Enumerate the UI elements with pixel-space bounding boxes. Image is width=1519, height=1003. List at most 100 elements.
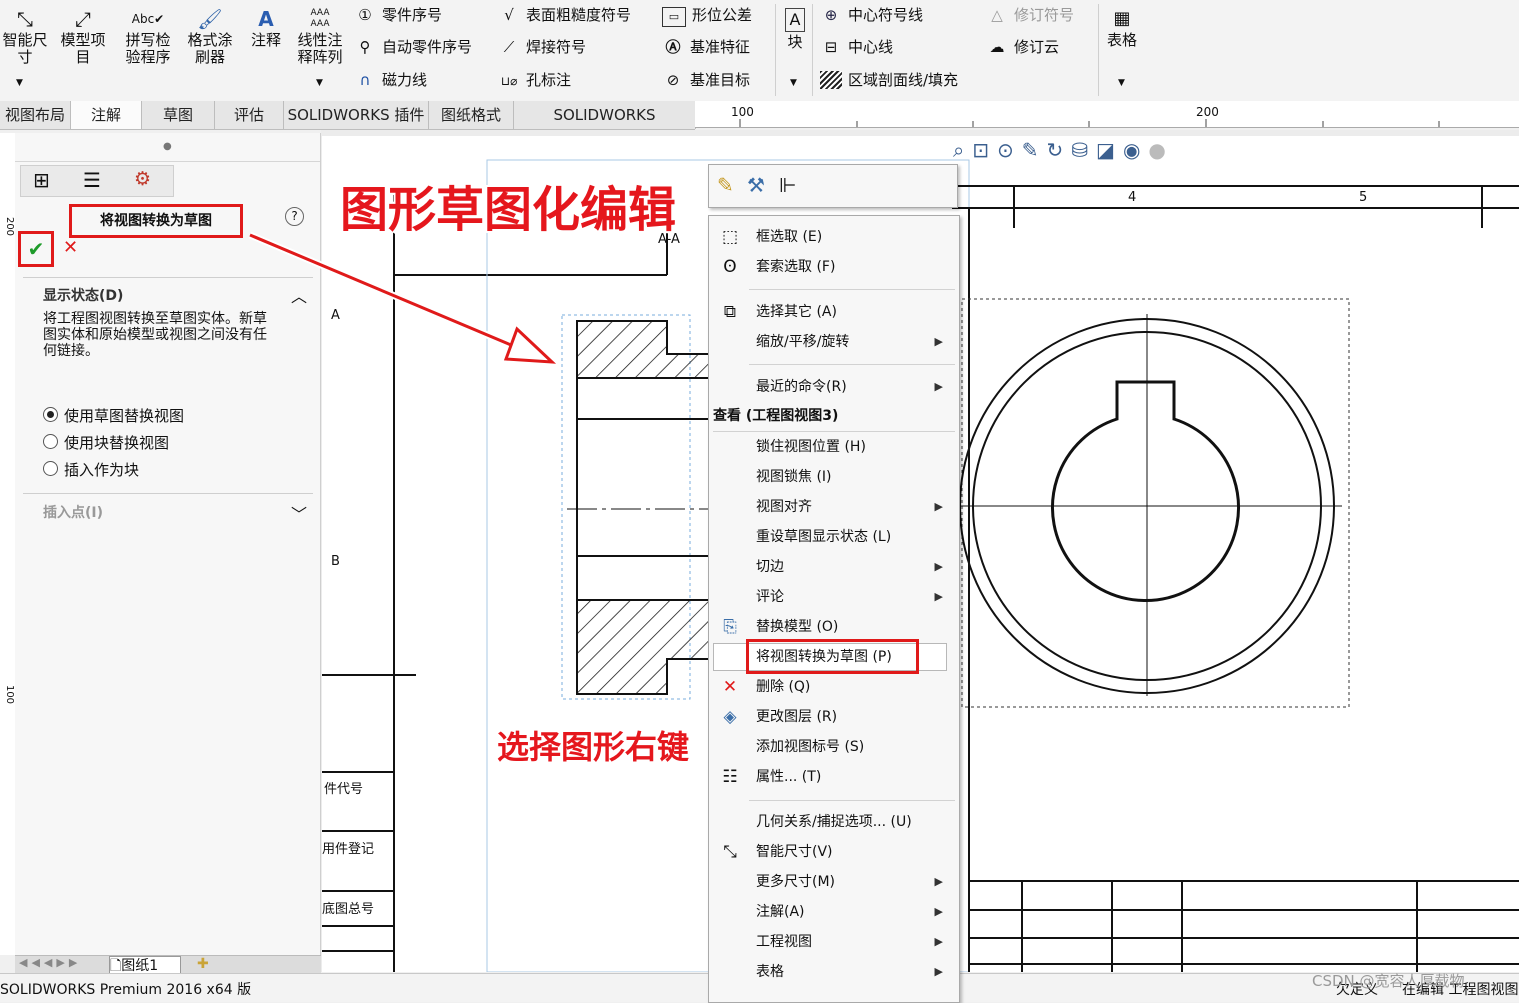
- radio-checked-icon: [43, 407, 58, 422]
- auto-balloon-button[interactable]: ⚲ 自动零件序号: [354, 38, 473, 56]
- menu-item-annotations[interactable]: 注解(A) ▶: [709, 897, 959, 927]
- tab-solidworks-inspection[interactable]: SOLIDWORKS Inspection: [514, 101, 696, 152]
- lasso-select-icon: ʘ: [723, 257, 737, 277]
- display-state-section-header[interactable]: 显示状态(D): [43, 285, 123, 305]
- datum-target-label: 基准目标: [690, 71, 751, 89]
- smart-dimension-dropdown-icon[interactable]: ▼: [16, 78, 23, 88]
- help-icon[interactable]: ?: [285, 207, 304, 226]
- view-orientation-icon[interactable]: ◪: [1096, 138, 1123, 162]
- feature-manager-tab-icon[interactable]: ⊞: [33, 168, 50, 192]
- rebuild-icon[interactable]: ⚒: [747, 173, 765, 197]
- sheet-nav-arrows-icon[interactable]: ◀◀◀▶▶: [19, 956, 81, 969]
- model-items-label: 模型项 目: [60, 31, 106, 66]
- edit-sketch-icon[interactable]: ✎: [717, 173, 734, 197]
- surface-finish-button[interactable]: √ 表面粗糙度符号: [498, 6, 631, 24]
- area-hatch-button[interactable]: ■ 区域剖面线/填充: [820, 71, 958, 89]
- cancel-x-icon[interactable]: ✕: [63, 237, 78, 258]
- config-manager-tab-icon[interactable]: ⚙: [134, 168, 151, 190]
- menu-item-label: 框选取 (E): [756, 229, 823, 245]
- model-items-icon: ⤢: [75, 7, 91, 31]
- smart-dimension-button[interactable]: ⤡ 智能尺 寸: [0, 8, 50, 66]
- menu-item-lock-view-focus[interactable]: 视图锁焦 (I): [709, 462, 959, 492]
- menu-item-convert-view-to-sketch[interactable]: 将视图转换为草图 (P): [709, 639, 959, 674]
- menu-item-box-select[interactable]: ⬚ 框选取 (E): [709, 222, 959, 252]
- menu-item-add-view-label[interactable]: 添加视图标号 (S): [709, 732, 959, 762]
- revision-cloud-button[interactable]: ☁ 修订云: [986, 38, 1060, 56]
- hole-callout-button[interactable]: ⊔⌀ 孔标注: [498, 71, 571, 90]
- hide-show-tree-icon[interactable]: ⊩: [779, 173, 796, 197]
- note-pattern-dropdown-icon[interactable]: ▼: [316, 78, 323, 88]
- datum-feature-button[interactable]: Ⓐ 基准特征: [662, 38, 750, 56]
- display-style-icon[interactable]: ⛁: [1071, 138, 1096, 162]
- tab-annotation[interactable]: 注解: [71, 101, 142, 129]
- menu-item-properties[interactable]: ☷ 属性... (T): [709, 762, 959, 792]
- menu-item-change-layer[interactable]: ◈ 更改图层 (R): [709, 702, 959, 732]
- menu-item-smart-dimension[interactable]: ⤡ 智能尺寸(V): [709, 837, 959, 867]
- ruler-label-200-left: 200: [4, 216, 16, 237]
- menu-item-lasso-select[interactable]: ʘ 套索选取 (F): [709, 252, 959, 282]
- menu-item-reset-sketch-display[interactable]: 重设草图显示状态 (L): [709, 522, 959, 552]
- centerline-button[interactable]: ⊟ 中心线: [820, 38, 893, 56]
- menu-item-drawing-views[interactable]: 工程视图 ▶: [709, 927, 959, 957]
- splitter-dot-icon[interactable]: ●: [163, 141, 172, 152]
- radio-replace-with-sketch[interactable]: 使用草图替换视图: [43, 406, 184, 426]
- revision-symbol-button[interactable]: △ 修订符号: [986, 6, 1074, 24]
- smart-dimension-label: 智能尺 寸: [2, 31, 48, 66]
- format-painter-button[interactable]: 🖌 格式涂 刷器: [182, 8, 238, 66]
- menu-item-delete[interactable]: ✕ 删除 (Q): [709, 672, 959, 702]
- tab-view-layout[interactable]: 视图布局: [0, 101, 71, 129]
- insert-point-section-header[interactable]: 插入点(I): [43, 502, 103, 522]
- property-manager-tab-icon[interactable]: ☰: [83, 168, 101, 192]
- menu-item-zoom-pan-rotate[interactable]: 缩放/平移/旋转 ▶: [709, 327, 959, 357]
- spell-check-button[interactable]: Abc✔ 拼写检 验程序: [120, 8, 176, 66]
- add-sheet-icon[interactable]: ✚: [197, 956, 209, 972]
- menu-item-tangent-edge[interactable]: 切边 ▶: [709, 552, 959, 582]
- center-mark-button[interactable]: ⊕ 中心符号线: [820, 6, 923, 24]
- model-items-button[interactable]: ⤢ 模型项 目: [56, 8, 110, 66]
- tab-sketch[interactable]: 草图: [142, 101, 215, 129]
- note-button[interactable]: A 注释: [246, 8, 286, 49]
- radio-unchecked-icon: [43, 434, 58, 449]
- horizontal-ruler: 100 200: [695, 101, 1519, 128]
- box-select-icon: ⬚: [721, 227, 739, 247]
- table-dropdown-icon[interactable]: ▼: [1118, 78, 1125, 88]
- zoom-area-icon[interactable]: ⊡: [972, 138, 997, 162]
- hide-show-icon[interactable]: ◉: [1123, 138, 1148, 162]
- menu-item-more-dimensions[interactable]: 更多尺寸(M) ▶: [709, 867, 959, 897]
- table-button[interactable]: ▦ 表格: [1104, 8, 1140, 49]
- tab-solidworks-addins[interactable]: SOLIDWORKS 插件: [284, 101, 429, 129]
- zoom-icon[interactable]: ⊙: [997, 138, 1022, 162]
- weld-symbol-button[interactable]: ⟋ 焊接符号: [498, 38, 586, 56]
- menu-item-relations-snaps[interactable]: 几何关系/捕捉选项... (U): [709, 807, 959, 837]
- menu-item-tables[interactable]: 表格 ▶: [709, 957, 959, 987]
- tab-sheet-format[interactable]: 图纸格式: [429, 101, 514, 129]
- balloon-button[interactable]: ① 零件序号: [354, 6, 442, 24]
- gtol-button[interactable]: ▭ 形位公差: [662, 6, 752, 27]
- note-label: 注释: [250, 31, 281, 49]
- linear-note-pattern-button[interactable]: AAA AAA 线性注 释阵列: [292, 8, 348, 66]
- datum-target-button[interactable]: ⊘ 基准目标: [662, 71, 750, 89]
- menu-item-label: 套索选取 (F): [756, 259, 836, 275]
- pan-icon[interactable]: ✎: [1022, 138, 1047, 162]
- expand-chevron-down-icon[interactable]: ﹀: [291, 501, 307, 525]
- radio-label: 使用草图替换视图: [64, 407, 185, 425]
- block-button[interactable]: A 块: [781, 8, 809, 51]
- menu-item-replace-model[interactable]: ⎘ 替换模型 (O): [709, 612, 959, 642]
- menu-item-select-other[interactable]: ⧉ 选择其它 (A): [709, 297, 959, 327]
- magnetic-line-button[interactable]: ∩ 磁力线: [354, 71, 428, 89]
- menu-item-lock-view-position[interactable]: 锁住视图位置 (H): [709, 432, 959, 462]
- rotate-icon[interactable]: ↻: [1047, 138, 1072, 162]
- revision-symbol-label: 修订符号: [1014, 6, 1075, 24]
- menu-item-recent-commands[interactable]: 最近的命令(R) ▶: [709, 372, 959, 402]
- radio-replace-with-block[interactable]: 使用块替换视图: [43, 433, 169, 453]
- menu-item-label: 将视图转换为草图 (P): [756, 649, 892, 665]
- ribbon-divider: [775, 4, 776, 96]
- menu-item-comments[interactable]: 评论 ▶: [709, 582, 959, 612]
- tab-evaluate[interactable]: 评估: [215, 101, 284, 129]
- zoom-to-fit-icon[interactable]: ⌕: [953, 138, 972, 162]
- menu-item-view-alignment[interactable]: 视图对齐 ▶: [709, 492, 959, 522]
- ok-checkmark-icon[interactable]: ✔: [18, 231, 54, 267]
- block-dropdown-icon[interactable]: ▼: [790, 78, 797, 88]
- appearance-icon[interactable]: ●: [1148, 138, 1173, 162]
- radio-insert-as-block[interactable]: 插入作为块: [43, 460, 139, 480]
